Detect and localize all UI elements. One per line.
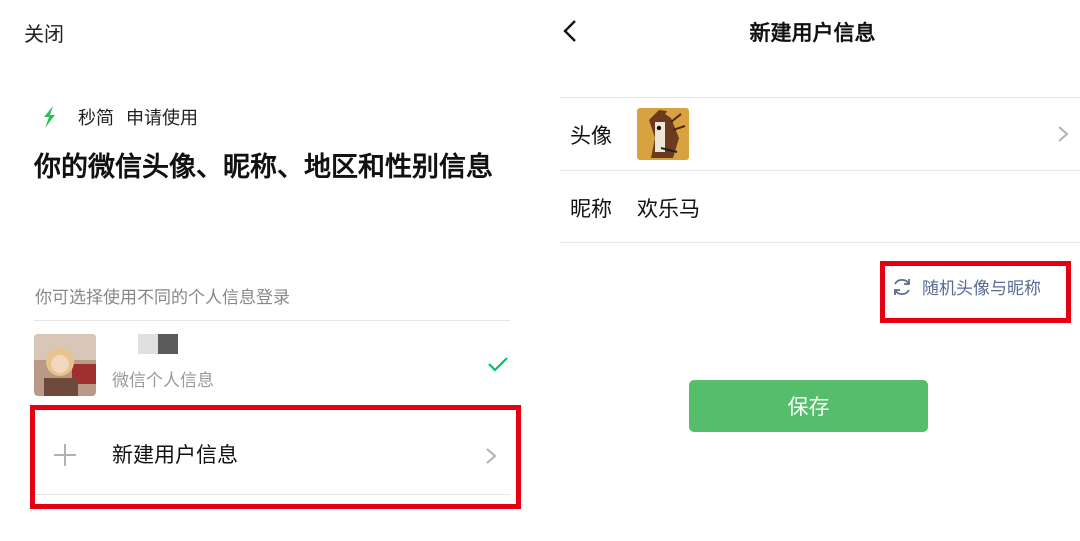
nickname-label: 昵称 <box>570 197 612 221</box>
app-logo-icon <box>44 106 55 128</box>
authorization-panel: 关闭 秒简 申请使用 你的微信头像、昵称、地区和性别信息 你可选择使用不同的个人… <box>0 0 535 541</box>
select-hint: 你可选择使用不同的个人信息登录 <box>35 288 290 308</box>
avatar-label: 头像 <box>570 124 612 148</box>
avatar-row[interactable]: 头像 <box>560 98 1080 170</box>
divider-line <box>34 320 510 321</box>
nickname-row[interactable]: 昵称 欢乐马 <box>560 171 1080 243</box>
save-button[interactable]: 保存 <box>689 380 928 432</box>
page-title: 新建用户信息 <box>749 21 876 45</box>
check-icon <box>488 357 508 372</box>
avatar <box>637 108 689 160</box>
chevron-right-icon <box>1058 126 1069 142</box>
profile-subtitle: 微信个人信息 <box>112 371 214 391</box>
wechat-profile-option[interactable]: 微信个人信息 <box>34 334 510 396</box>
app-info: 秒简 申请使用 <box>36 104 198 130</box>
new-user-info-panel: 新建用户信息 头像 昵称 欢乐马 随机头像与昵称 保存 <box>545 0 1080 541</box>
highlight-box <box>880 261 1071 323</box>
divider-line <box>560 242 1080 243</box>
avatar <box>34 334 96 396</box>
blurred-nickname <box>138 334 178 354</box>
highlight-box <box>30 405 521 509</box>
nickname-value[interactable]: 欢乐马 <box>637 193 700 223</box>
close-button[interactable]: 关闭 <box>24 18 64 47</box>
page-title: 你的微信头像、昵称、地区和性别信息 <box>34 152 493 183</box>
apply-text: 申请使用 <box>126 108 198 129</box>
panel-divider <box>535 0 545 541</box>
app-name: 秒简 <box>78 108 114 129</box>
